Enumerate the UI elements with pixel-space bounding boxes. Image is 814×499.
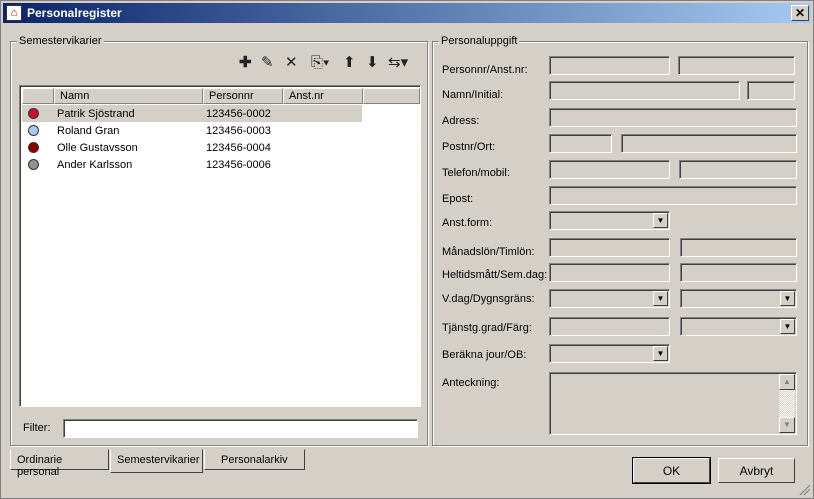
chevron-down-icon[interactable]: ▼ bbox=[653, 346, 668, 361]
filter-input[interactable] bbox=[63, 419, 418, 438]
anstform-label: Anst.form: bbox=[442, 217, 493, 229]
list-item[interactable]: Olle Gustavsson 123456-0004 bbox=[22, 139, 362, 156]
tjanstg-field[interactable] bbox=[549, 317, 670, 336]
plus-icon[interactable]: ✚ bbox=[239, 55, 252, 70]
adress-label: Adress: bbox=[442, 115, 480, 127]
scroll-down-icon[interactable]: ▼ bbox=[779, 417, 795, 433]
row-personnr: 123456-0004 bbox=[206, 141, 271, 154]
color-dot-icon bbox=[28, 108, 39, 119]
timlon-field[interactable] bbox=[680, 238, 797, 257]
row-name: Ander Karlsson bbox=[57, 158, 133, 171]
window-title: Personalregister bbox=[27, 6, 122, 20]
arrow-down-icon[interactable]: ⬇ bbox=[366, 55, 379, 70]
namn-field[interactable] bbox=[549, 81, 740, 100]
arrow-up-icon[interactable]: ⬆ bbox=[343, 55, 356, 70]
delete-icon[interactable]: ✕ bbox=[285, 55, 298, 70]
pencil-icon[interactable]: ✎ bbox=[261, 55, 274, 70]
heltid-field[interactable] bbox=[549, 263, 670, 282]
copy-icon[interactable]: ⎘▾ bbox=[311, 55, 329, 70]
close-button[interactable]: ✕ bbox=[791, 5, 809, 21]
postnr-field[interactable] bbox=[549, 134, 612, 153]
telefon-label: Telefon/mobil: bbox=[442, 167, 510, 179]
postnr-label: Postnr/Ort: bbox=[442, 141, 496, 153]
initial-field[interactable] bbox=[747, 81, 795, 100]
resize-grip-icon[interactable] bbox=[798, 483, 810, 495]
group-title: Personaluppgift bbox=[439, 35, 520, 47]
manadslon-field[interactable] bbox=[549, 238, 670, 257]
cancel-button[interactable]: Avbryt bbox=[718, 458, 795, 483]
berakna-label: Beräkna jour/OB: bbox=[442, 349, 527, 361]
namn-label: Namn/Initial: bbox=[442, 89, 504, 101]
personnr-label: Personnr/Anst.nr: bbox=[442, 64, 528, 76]
list-item[interactable]: Roland Gran 123456-0003 bbox=[22, 122, 362, 139]
semdag-field[interactable] bbox=[680, 263, 797, 282]
manadslon-label: Månadslön/Timlön: bbox=[442, 246, 535, 258]
swap-icon[interactable]: ⇆▾ bbox=[388, 55, 408, 70]
row-personnr: 123456-0006 bbox=[206, 158, 271, 171]
adress-field[interactable] bbox=[549, 108, 797, 127]
epost-field[interactable] bbox=[549, 186, 797, 205]
vdag-combo[interactable]: ▼ bbox=[549, 289, 670, 308]
telefon-field[interactable] bbox=[549, 160, 670, 179]
ok-button[interactable]: OK bbox=[632, 457, 711, 484]
list-item[interactable]: Ander Karlsson 123456-0006 bbox=[22, 156, 362, 173]
filter-label: Filter: bbox=[23, 422, 51, 434]
chevron-down-icon[interactable]: ▼ bbox=[780, 291, 795, 306]
column-header-personnr[interactable]: Personnr bbox=[203, 88, 283, 104]
epost-label: Epost: bbox=[442, 193, 474, 205]
anstnr-field[interactable] bbox=[678, 56, 795, 75]
berakna-combo[interactable]: ▼ bbox=[549, 344, 670, 363]
employee-list[interactable]: Namn Personnr Anst.nr Patrik Sjöstrand 12… bbox=[19, 85, 421, 407]
row-personnr: 123456-0003 bbox=[206, 124, 271, 137]
row-name: Roland Gran bbox=[57, 124, 120, 137]
personnr-field[interactable] bbox=[549, 56, 670, 75]
column-header-name[interactable]: Namn bbox=[54, 88, 203, 104]
row-name: Patrik Sjöstrand bbox=[57, 107, 135, 120]
color-dot-icon bbox=[28, 142, 39, 153]
anteckning-textarea[interactable]: ▲ ▼ bbox=[549, 372, 797, 435]
tab-personalarkiv[interactable]: Personalarkiv bbox=[204, 449, 305, 470]
tab-ordinarie-personal[interactable]: Ordinarie personal bbox=[10, 449, 109, 478]
title-bar: ⌂ Personalregister ✕ bbox=[3, 3, 811, 23]
dialog-window: ⌂ Personalregister ✕ Semestervikarier ✚ … bbox=[0, 0, 814, 499]
column-header-anstnr[interactable]: Anst.nr bbox=[283, 88, 363, 104]
scroll-up-icon[interactable]: ▲ bbox=[779, 374, 795, 390]
anteckning-label: Anteckning: bbox=[442, 377, 500, 389]
mobil-field[interactable] bbox=[679, 160, 797, 179]
scrollbar[interactable]: ▲ ▼ bbox=[779, 374, 795, 433]
chevron-down-icon[interactable]: ▼ bbox=[653, 291, 668, 306]
chevron-down-icon[interactable]: ▼ bbox=[653, 213, 668, 228]
ort-field[interactable] bbox=[621, 134, 797, 153]
list-item[interactable]: Patrik Sjöstrand 123456-0002 bbox=[22, 105, 362, 122]
dygnsgrans-combo[interactable]: ▼ bbox=[680, 289, 797, 308]
heltid-label: Heltidsmått/Sem.dag: bbox=[442, 269, 548, 281]
anstform-combo[interactable]: ▼ bbox=[549, 211, 670, 230]
app-icon: ⌂ bbox=[6, 5, 22, 21]
row-name: Olle Gustavsson bbox=[57, 141, 138, 154]
farg-combo[interactable]: ▼ bbox=[680, 317, 797, 336]
chevron-down-icon[interactable]: ▼ bbox=[780, 319, 795, 334]
group-title: Semestervikarier bbox=[17, 35, 104, 47]
row-personnr: 123456-0002 bbox=[206, 107, 271, 120]
vdag-label: V.dag/Dygnsgräns: bbox=[442, 293, 535, 305]
column-header-color[interactable] bbox=[22, 88, 54, 104]
tab-semestervikarier[interactable]: Semestervikarier bbox=[110, 449, 203, 473]
tjanstg-label: Tjänstg.grad/Färg: bbox=[442, 322, 532, 334]
column-header-filler bbox=[363, 88, 420, 104]
list-header: Namn Personnr Anst.nr bbox=[22, 88, 420, 104]
color-dot-icon bbox=[28, 125, 39, 136]
color-dot-icon bbox=[28, 159, 39, 170]
